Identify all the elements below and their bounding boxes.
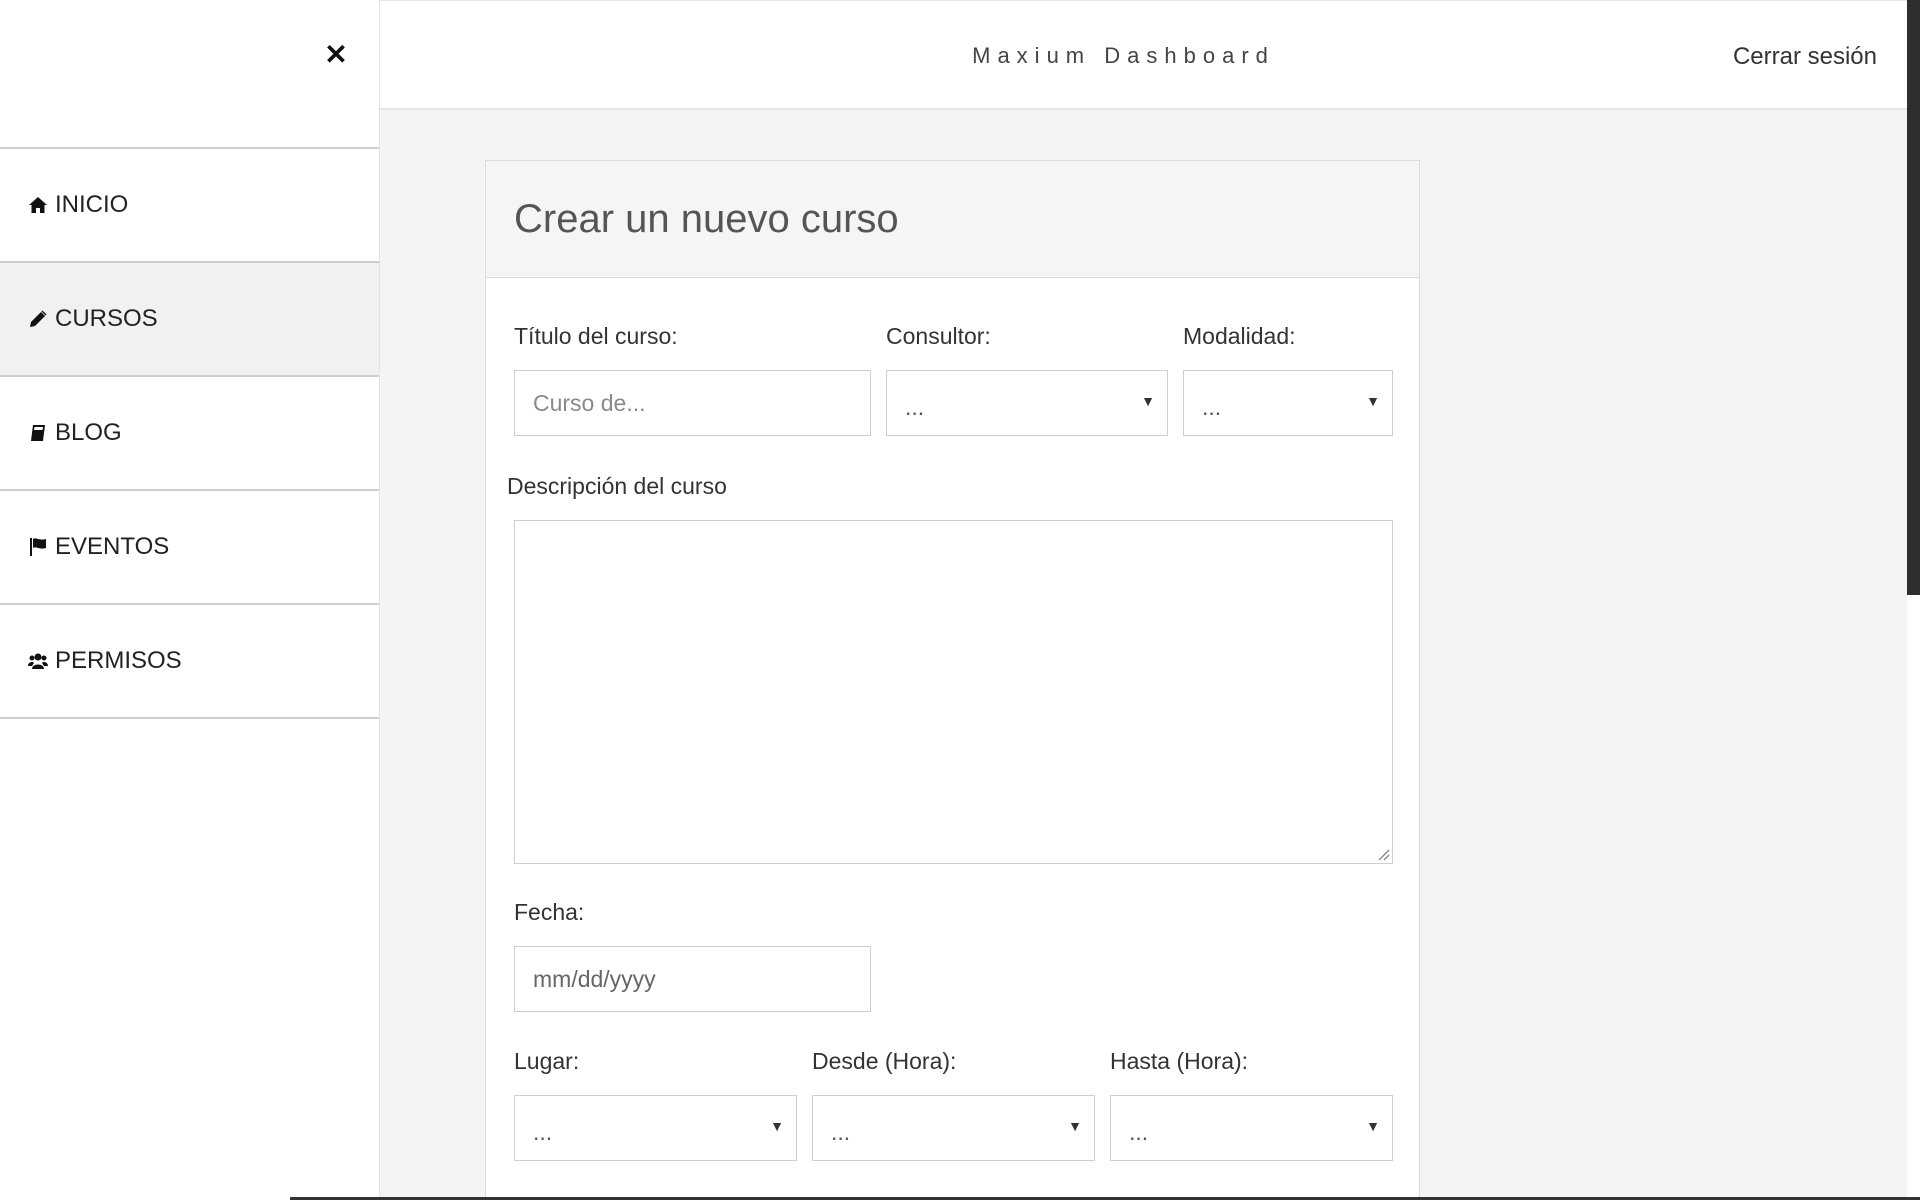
close-icon[interactable]: ✕ [321, 40, 351, 70]
page-title: Crear un nuevo curso [514, 196, 899, 241]
sidebar-item-cursos[interactable]: CURSOS [0, 263, 379, 377]
date-input[interactable]: mm/dd/yyyy [514, 946, 871, 1012]
chevron-down-icon: ▼ [1366, 1118, 1380, 1134]
home-icon [27, 194, 49, 216]
sidebar-item-blog[interactable]: BLOG [0, 377, 379, 491]
modality-select[interactable]: ... ▼ [1183, 370, 1393, 436]
description-textarea[interactable] [514, 520, 1393, 864]
sidebar-item-label: EVENTOS [55, 533, 170, 560]
scrollbar[interactable] [1907, 0, 1920, 595]
course-title-input[interactable]: Curso de... [514, 370, 871, 436]
chevron-down-icon: ▼ [770, 1118, 784, 1134]
book-icon [27, 422, 49, 444]
from-hour-select[interactable]: ... ▼ [812, 1095, 1095, 1161]
from-hour-value: ... [831, 1118, 851, 1145]
sidebar-item-permisos[interactable]: PERMISOS [0, 605, 379, 719]
scrollbar-track [1907, 595, 1920, 1200]
logout-link[interactable]: Cerrar sesión [1733, 43, 1877, 71]
sidebar-item-inicio[interactable]: INICIO [0, 149, 379, 263]
to-hour-label: Hasta (Hora): [1110, 1048, 1249, 1074]
place-value: ... [533, 1118, 553, 1145]
sidebar: ✕ INICIO CURSOS BLOG EVENTOS PERMISOS [0, 0, 380, 1200]
resize-handle-icon[interactable] [1376, 847, 1390, 861]
chevron-down-icon: ▼ [1141, 393, 1155, 409]
pencil-icon [27, 308, 49, 330]
modality-label: Modalidad: [1183, 323, 1296, 349]
card-header: Crear un nuevo curso [486, 161, 1419, 278]
sidebar-item-label: BLOG [55, 419, 122, 446]
description-label: Descripción del curso [507, 473, 727, 499]
sidebar-item-label: CURSOS [55, 305, 158, 332]
consultant-label: Consultor: [886, 323, 991, 349]
to-hour-value: ... [1129, 1118, 1149, 1145]
place-select[interactable]: ... ▼ [514, 1095, 797, 1161]
place-label: Lugar: [514, 1048, 580, 1074]
brand-title: Maxium Dashboard [972, 43, 1275, 68]
consultant-select[interactable]: ... ▼ [886, 370, 1168, 436]
users-icon [27, 650, 49, 672]
sidebar-top: ✕ [0, 0, 379, 149]
date-label: Fecha: [514, 899, 585, 925]
from-hour-label: Desde (Hora): [812, 1048, 957, 1074]
flag-icon [27, 536, 49, 558]
consultant-value: ... [905, 393, 925, 420]
chevron-down-icon: ▼ [1068, 1118, 1082, 1134]
sidebar-item-label: PERMISOS [55, 647, 182, 674]
sidebar-item-eventos[interactable]: EVENTOS [0, 491, 379, 605]
top-header: Maxium Dashboard Cerrar sesión [380, 0, 1907, 110]
to-hour-select[interactable]: ... ▼ [1110, 1095, 1393, 1161]
modality-value: ... [1202, 393, 1222, 420]
sidebar-item-label: INICIO [55, 191, 129, 218]
chevron-down-icon: ▼ [1366, 393, 1380, 409]
create-course-card: Crear un nuevo curso Título del curso: C… [485, 160, 1420, 1200]
course-title-label: Título del curso: [514, 323, 678, 349]
